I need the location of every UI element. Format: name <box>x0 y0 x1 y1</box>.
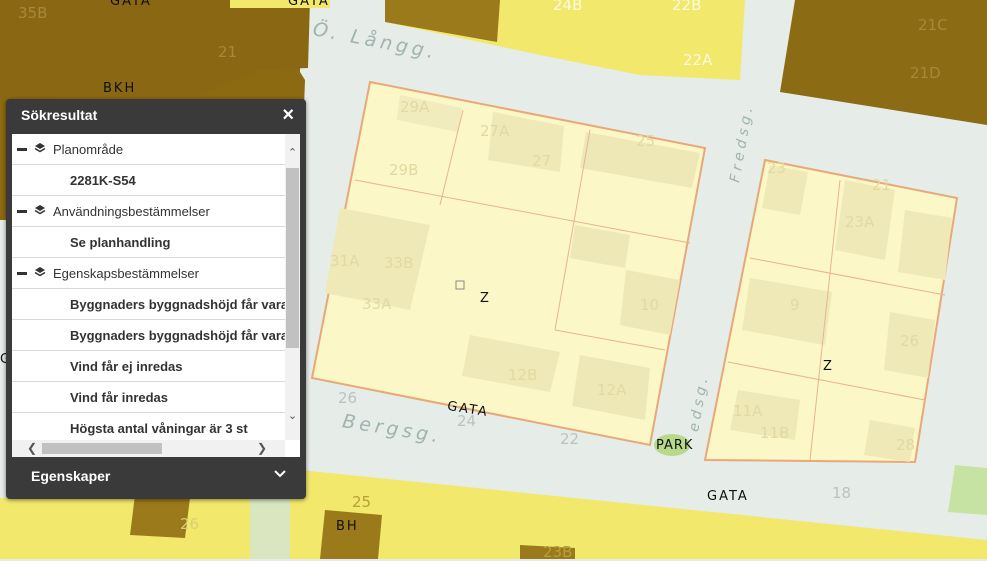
result-label: 2281K-S54 <box>70 173 136 188</box>
plot-number: 35B <box>18 4 48 22</box>
close-button[interactable]: × <box>282 105 294 125</box>
plot-number: 22B <box>672 0 702 14</box>
collapse-icon[interactable] <box>17 148 27 151</box>
vertical-scrollbar[interactable]: ⌃ ⌄ <box>285 134 300 440</box>
plot-number: 12B <box>508 366 538 384</box>
zone-label: Z <box>480 291 490 306</box>
plot-number: 33A <box>362 295 392 313</box>
result-label: Vind får inredas <box>70 390 169 405</box>
plot-number: 22A <box>683 51 713 69</box>
results-list[interactable]: Planområde 2281K-S54 Användningsbestämmels… <box>12 134 300 457</box>
search-results-panel: Sökresultat × Planområde 2281K-S54 Användn… <box>6 99 306 499</box>
result-item-row[interactable]: Se planhandling <box>12 227 285 258</box>
vertical-scroll-thumb[interactable] <box>286 168 299 348</box>
plot-number: 9 <box>790 296 800 314</box>
street-type-label: GATA <box>288 0 330 9</box>
plot-number: 24B <box>553 0 583 14</box>
result-group-row[interactable]: Planområde <box>12 134 285 165</box>
plot-number: 33B <box>384 254 414 272</box>
result-item-row[interactable]: Vind får inredas <box>12 382 285 413</box>
result-label: Byggnaders byggnadshöjd får vara högst 1… <box>70 297 285 312</box>
result-label: Vind får ej inredas <box>70 359 183 374</box>
plot-number: 23B <box>543 543 573 561</box>
plot-number: 26 <box>180 515 200 533</box>
plot-number: 25 <box>636 132 656 150</box>
result-label: Byggnaders byggnadshöjd får vara högst 1… <box>70 328 285 343</box>
layers-icon <box>34 142 46 157</box>
plot-number: 23A <box>845 213 875 231</box>
plot-number: 26 <box>900 332 920 350</box>
result-group-row[interactable]: Användningsbestämmelser <box>12 196 285 227</box>
street-type-label: GATA <box>707 489 749 504</box>
panel-header: Sökresultat × <box>6 99 306 133</box>
result-item-row[interactable]: Vind får ej inredas <box>12 351 285 382</box>
layers-icon <box>34 266 46 281</box>
plot-number: 11A <box>733 402 763 420</box>
plot-number: 23 <box>767 159 787 177</box>
result-label: Egenskapsbestämmelser <box>53 266 199 281</box>
collapse-icon[interactable] <box>17 210 27 213</box>
street-type-label: GATA <box>110 0 152 9</box>
properties-title: Egenskaper <box>31 468 111 484</box>
plot-number: 27A <box>480 122 510 140</box>
plot-number: 29B <box>389 161 419 179</box>
collapse-icon[interactable] <box>17 272 27 275</box>
properties-section-header[interactable]: Egenskaper <box>6 459 306 493</box>
horizontal-scroll-thumb[interactable] <box>42 443 162 454</box>
code-label: BKH <box>103 81 137 96</box>
result-label: Användningsbestämmelser <box>53 204 210 219</box>
plot-number: 21C <box>918 16 948 34</box>
plot-number: 18 <box>832 484 852 502</box>
plot-number: 21 <box>218 43 238 61</box>
plot-number: 21 <box>872 176 892 194</box>
scroll-left-icon[interactable]: ❮ <box>26 442 38 454</box>
plot-number: 29A <box>400 98 430 116</box>
result-label: Planområde <box>53 142 124 157</box>
plot-number: 10 <box>640 296 660 314</box>
scroll-down-icon[interactable]: ⌄ <box>287 411 298 422</box>
result-item-row[interactable]: Byggnaders byggnadshöjd får vara högst 1… <box>12 289 285 320</box>
plot-number: 28 <box>896 436 916 454</box>
horizontal-scrollbar[interactable]: ❮ ❯ <box>12 440 285 457</box>
chevron-down-icon[interactable] <box>274 469 286 479</box>
plot-number: 31A <box>330 252 360 270</box>
plot-number: 27 <box>532 152 552 170</box>
results-rows: Planområde 2281K-S54 Användningsbestämmels… <box>12 134 285 440</box>
plot-number: 26 <box>338 389 358 407</box>
result-label: Se planhandling <box>70 235 171 250</box>
park-label: PARK <box>656 438 694 453</box>
code-label: BH <box>336 519 359 534</box>
plot-number: 25 <box>352 493 372 511</box>
result-group-row[interactable]: Egenskapsbestämmelser <box>12 258 285 289</box>
result-item-row[interactable]: 2281K-S54 <box>12 165 285 196</box>
scroll-right-icon[interactable]: ❯ <box>256 442 268 454</box>
result-label: Högsta antal våningar är 3 st <box>70 421 248 436</box>
layers-icon <box>34 204 46 219</box>
plot-number: 22 <box>560 430 580 448</box>
plot-number: 21D <box>910 64 941 82</box>
zone-label: Z <box>823 359 833 374</box>
scroll-up-icon[interactable]: ⌃ <box>287 148 298 159</box>
result-item-row[interactable]: Högsta antal våningar är 3 st <box>12 413 285 440</box>
plot-number: 12A <box>597 381 627 399</box>
plot-number: 11B <box>760 424 790 442</box>
result-item-row[interactable]: Byggnaders byggnadshöjd får vara högst 1… <box>12 320 285 351</box>
panel-title: Sökresultat <box>21 107 98 123</box>
plot-number: 24 <box>457 412 477 430</box>
